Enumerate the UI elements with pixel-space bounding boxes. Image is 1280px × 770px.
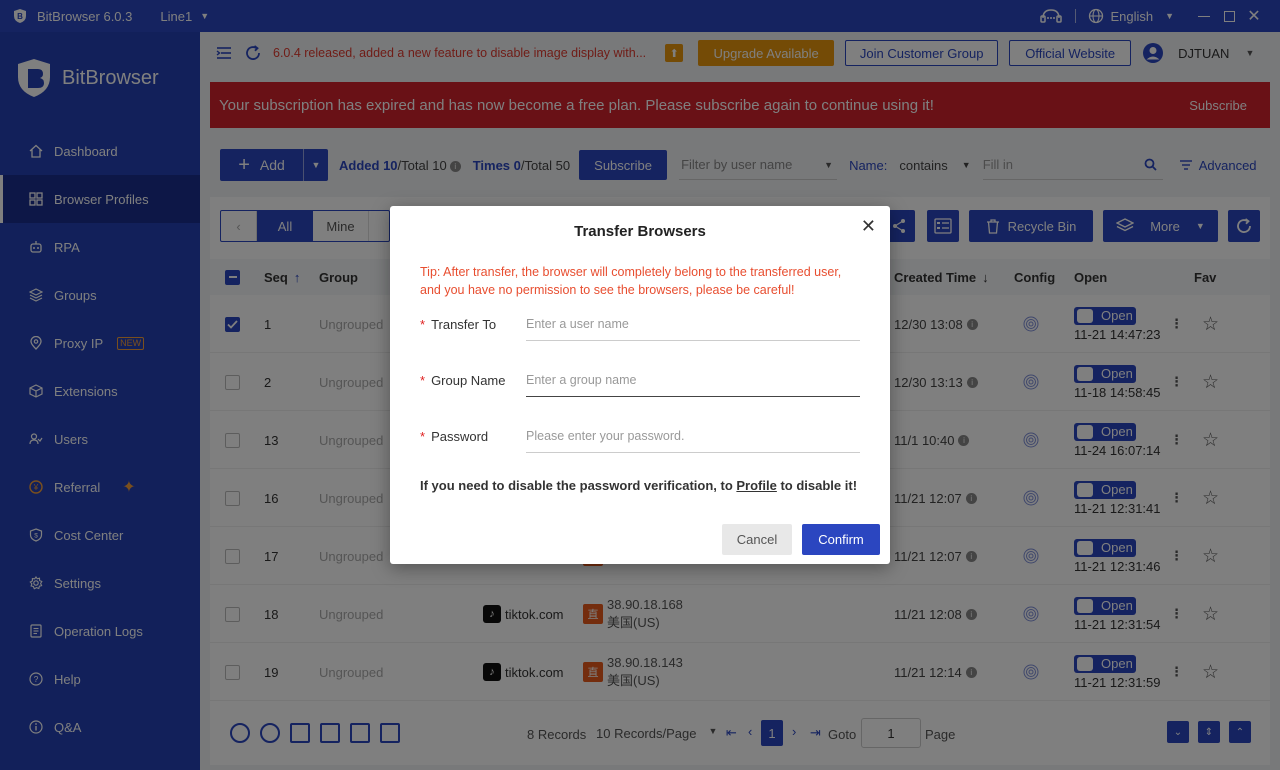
- cancel-button[interactable]: Cancel: [722, 524, 792, 555]
- transfer-to-row: * Transfer To Enter a user name: [420, 307, 860, 341]
- password-note: If you need to disable the password veri…: [420, 478, 857, 493]
- dialog-tip: Tip: After transfer, the browser will co…: [420, 265, 842, 297]
- transfer-to-label: * Transfer To: [420, 316, 497, 332]
- group-name-row: * Group Name Enter a group name: [420, 363, 860, 397]
- note-suffix: to disable it!: [776, 478, 858, 493]
- password-row: * Password Please enter your password.: [420, 419, 860, 453]
- transfer-browsers-dialog: Transfer Browsers ✕ Tip: After transfer,…: [390, 206, 890, 564]
- profile-link[interactable]: Profile: [736, 478, 776, 493]
- transfer-to-input[interactable]: Enter a user name: [526, 307, 860, 341]
- confirm-button[interactable]: Confirm: [802, 524, 880, 555]
- group-name-text: Group Name: [431, 372, 506, 388]
- close-icon[interactable]: ✕: [861, 216, 876, 237]
- note-prefix: If you need to disable the password veri…: [420, 478, 737, 493]
- dialog-title: Transfer Browsers: [574, 223, 706, 240]
- transfer-to-text: Transfer To: [431, 316, 497, 332]
- password-text: Password: [431, 428, 489, 444]
- password-label: * Password: [420, 428, 489, 444]
- password-input[interactable]: Please enter your password.: [526, 419, 860, 453]
- group-name-label: * Group Name: [420, 372, 506, 388]
- group-name-input[interactable]: Enter a group name: [526, 363, 860, 397]
